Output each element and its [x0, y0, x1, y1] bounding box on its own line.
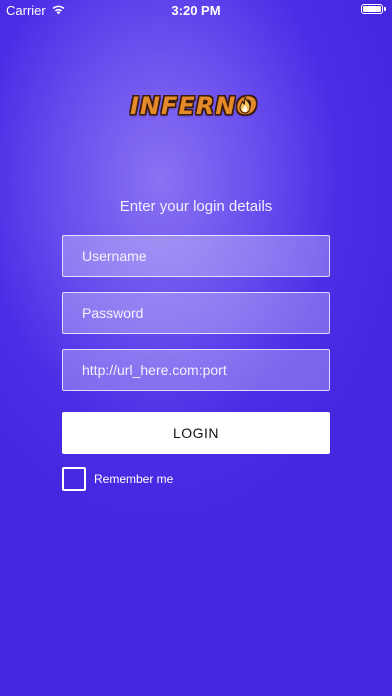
battery-tip: [384, 7, 386, 11]
login-button[interactable]: LOGIN: [62, 412, 330, 454]
remember-me-checkbox[interactable]: [62, 467, 86, 491]
status-right: [361, 4, 386, 14]
remember-me-label: Remember me: [94, 472, 174, 486]
server-url-field[interactable]: [62, 349, 330, 391]
status-time: 3:20 PM: [171, 3, 221, 18]
flame-icon: [238, 96, 252, 119]
username-field[interactable]: [62, 235, 330, 277]
app-logo: INFERNO: [130, 90, 262, 122]
password-field[interactable]: [62, 292, 330, 334]
login-prompt: Enter your login details: [119, 198, 273, 215]
remember-me-toggle[interactable]: Remember me: [62, 467, 173, 491]
battery-icon: [361, 4, 383, 14]
status-bar: Carrier 3:20 PM: [0, 0, 392, 22]
